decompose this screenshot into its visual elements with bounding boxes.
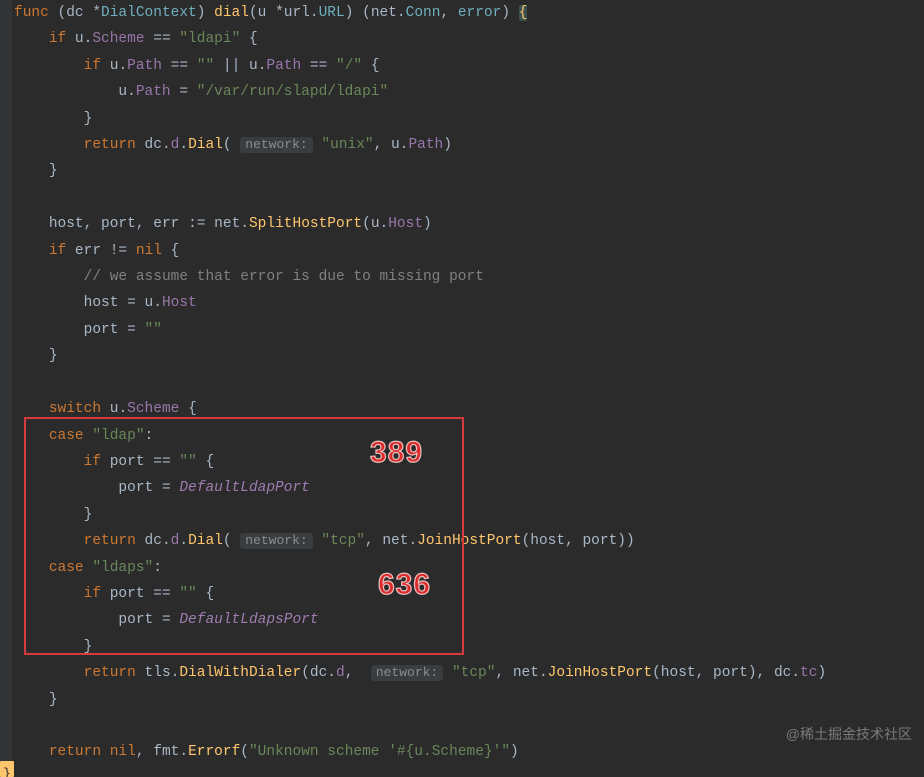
fn-dial: dial [214, 5, 249, 21]
code-editor[interactable]: 389 636 @稀土掘金技术社区 func (dc *DialContext)… [0, 0, 924, 777]
kw-func: func [14, 5, 49, 21]
const-default-ldap-port: DefaultLdapPort [179, 480, 310, 496]
const-default-ldaps-port: DefaultLdapsPort [179, 612, 318, 628]
caret-indicator [0, 761, 14, 777]
param-hint-network: network: [240, 137, 312, 153]
code-block[interactable]: func (dc *DialContext) dial(u *url.URL) … [0, 0, 924, 766]
param-hint-network: network: [240, 533, 312, 549]
brace-open: { [519, 5, 528, 21]
comment: // we assume that error is due to missin… [84, 269, 484, 285]
param-hint-network: network: [371, 665, 443, 681]
